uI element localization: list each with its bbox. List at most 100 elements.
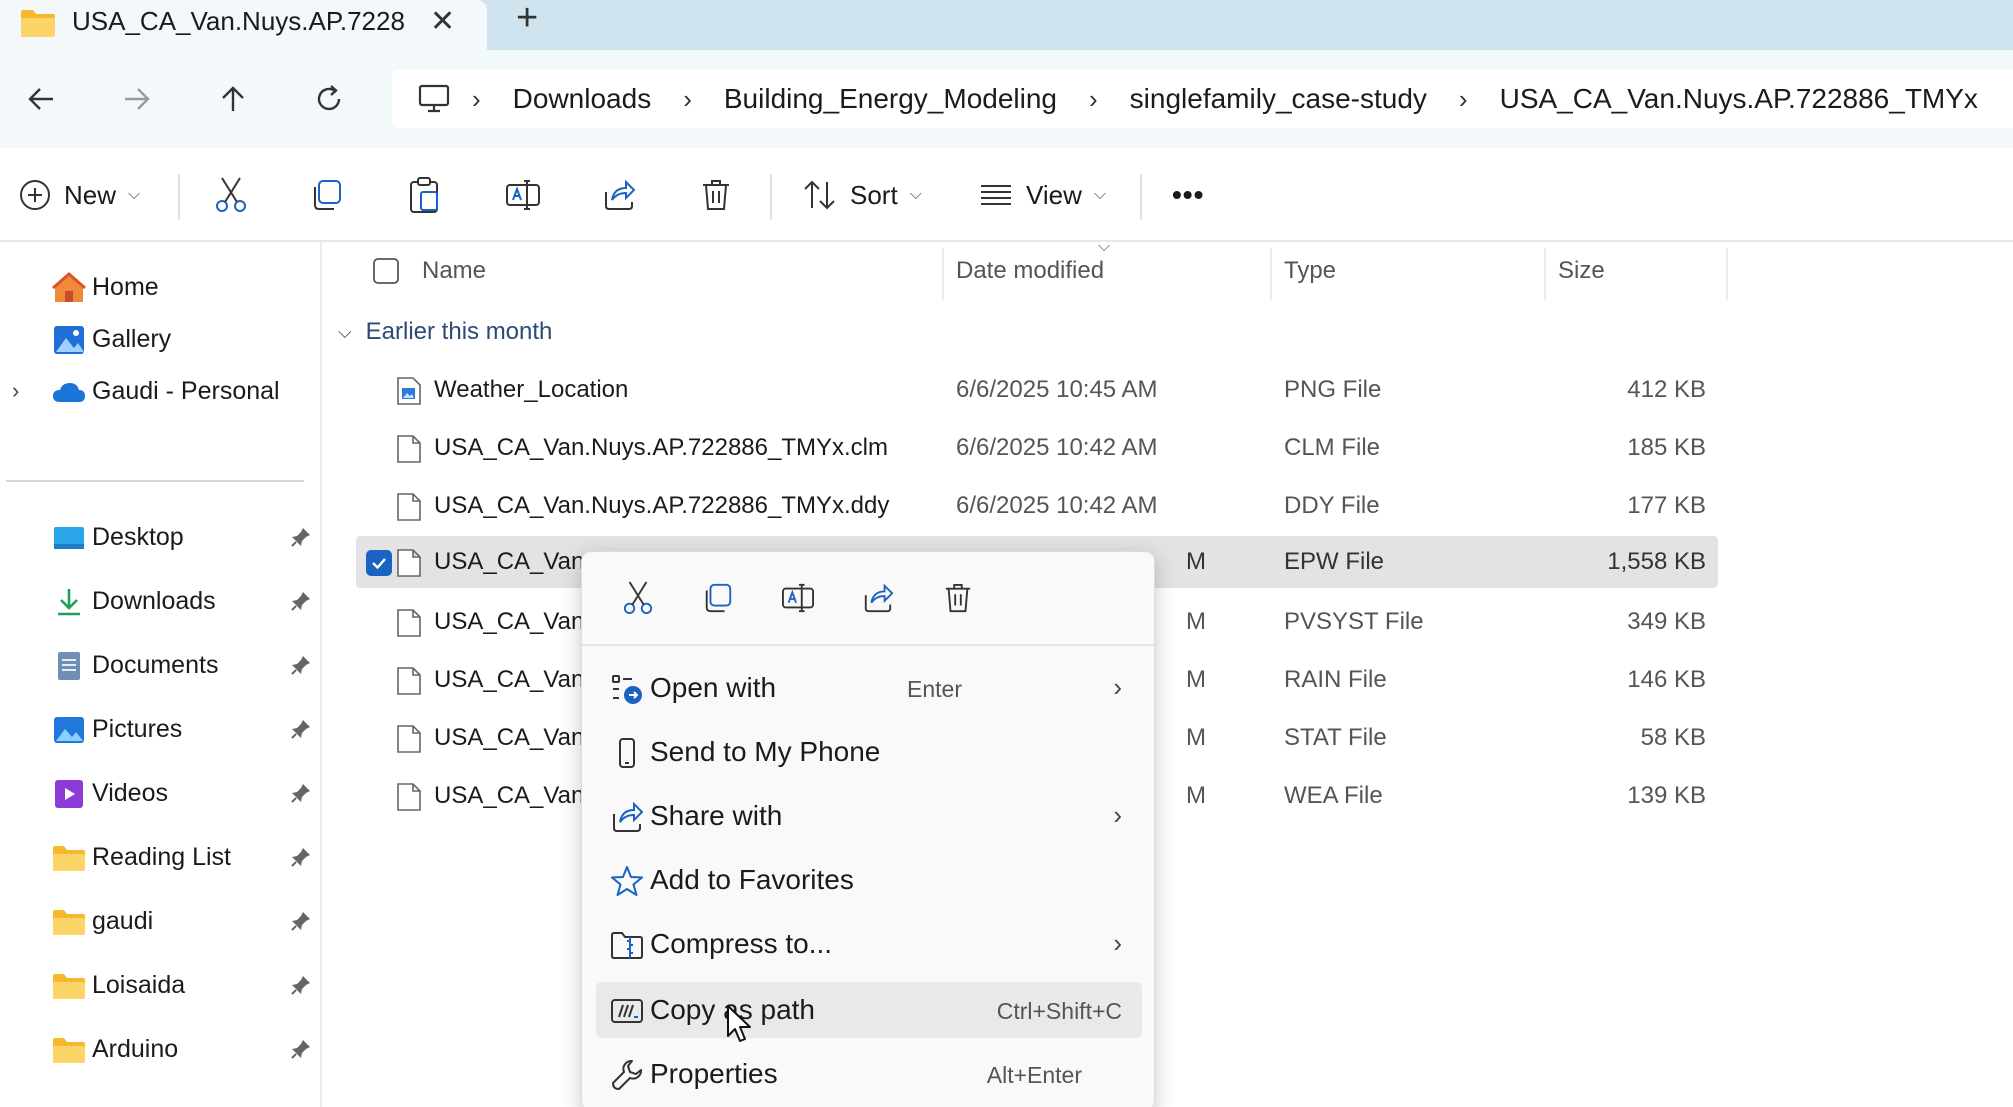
chevron-right-icon[interactable]: › xyxy=(12,378,19,404)
pin-icon[interactable] xyxy=(290,782,312,804)
file-row[interactable]: USA_CA_Van.Nuys.AP.722886_TMYx.clm 6/6/2… xyxy=(356,422,2013,474)
column-header-size[interactable]: Size xyxy=(1558,242,1605,300)
cloud-icon xyxy=(53,383,85,402)
new-button[interactable]: New ⌵ xyxy=(18,168,140,222)
copy-button[interactable] xyxy=(310,168,344,222)
context-delete-button[interactable] xyxy=(936,576,980,620)
sidebar-item-label: Gaudi - Personal xyxy=(92,376,280,405)
menu-item-compress-to[interactable]: Compress to... › xyxy=(596,916,1142,972)
refresh-button[interactable] xyxy=(302,72,356,126)
chevron-right-icon[interactable]: › xyxy=(669,84,706,115)
column-header-date[interactable]: Date modified xyxy=(956,242,1104,300)
sidebar-item-reading-list[interactable]: Reading List xyxy=(0,832,320,882)
sidebar-item-home[interactable]: Home xyxy=(0,262,320,312)
file-size: 58 KB xyxy=(1640,724,1706,751)
column-divider[interactable] xyxy=(1726,248,1728,300)
folder-icon xyxy=(53,910,85,935)
context-cut-button[interactable] xyxy=(616,576,660,620)
column-divider[interactable] xyxy=(942,248,944,300)
breadcrumb-current-folder[interactable]: USA_CA_Van.Nuys.AP.722886_TMYx xyxy=(1482,83,1996,115)
this-pc-icon[interactable] xyxy=(392,84,458,114)
menu-item-share-with[interactable]: Share with › xyxy=(596,788,1142,844)
tab-current-folder[interactable]: USA_CA_Van.Nuys.AP.722886_TMYx ✕ xyxy=(0,0,487,50)
menu-item-open-with[interactable]: Open with Enter › xyxy=(596,660,1142,716)
forward-button[interactable] xyxy=(110,72,164,126)
select-all-checkbox[interactable] xyxy=(372,242,400,300)
delete-button[interactable] xyxy=(700,168,732,222)
cut-button[interactable] xyxy=(214,168,248,222)
chevron-right-icon[interactable]: › xyxy=(458,84,495,115)
divider xyxy=(6,480,304,482)
pin-icon[interactable] xyxy=(290,590,312,612)
file-date: M xyxy=(1186,548,1206,575)
column-divider[interactable] xyxy=(1544,248,1546,300)
paste-button[interactable] xyxy=(408,168,442,222)
file-type: DDY File xyxy=(1284,492,1380,519)
sort-button[interactable]: Sort ⌵ xyxy=(802,168,922,222)
up-button[interactable] xyxy=(206,72,260,126)
breadcrumb-building-energy-modeling[interactable]: Building_Energy_Modeling xyxy=(706,83,1075,115)
menu-item-label: Send to My Phone xyxy=(650,736,881,767)
sidebar-item-gaudi[interactable]: gaudi xyxy=(0,896,320,946)
tab-title: USA_CA_Van.Nuys.AP.722886_TMYx xyxy=(72,6,404,36)
more-options-button[interactable]: ••• xyxy=(1172,168,1204,222)
context-copy-button[interactable] xyxy=(696,576,740,620)
share-icon xyxy=(605,179,636,210)
menu-item-copy-as-path[interactable]: Copy as path Ctrl+Shift+C xyxy=(596,982,1142,1038)
sidebar-item-loisaida[interactable]: Loisaida xyxy=(0,960,320,1010)
divider xyxy=(770,174,772,220)
pin-icon[interactable] xyxy=(290,910,312,932)
column-divider[interactable] xyxy=(1270,248,1272,300)
column-header-name[interactable]: Name xyxy=(422,242,486,300)
checkbox-checked-icon[interactable] xyxy=(366,550,392,576)
chevron-down-icon: ⌵ xyxy=(128,186,141,203)
file-row[interactable]: Weather_Location 6/6/2025 10:45 AM PNG F… xyxy=(356,364,2013,416)
share-button[interactable] xyxy=(602,168,636,222)
view-button[interactable]: View ⌵ xyxy=(978,168,1106,222)
file-type: EPW File xyxy=(1284,548,1385,575)
menu-item-properties[interactable]: Properties Alt+Enter xyxy=(596,1046,1142,1102)
column-header-type[interactable]: Type xyxy=(1284,242,1336,300)
file-date: 6/6/2025 10:42 AM xyxy=(956,492,1158,519)
pin-icon[interactable] xyxy=(290,526,312,548)
file-type: WEA File xyxy=(1284,782,1383,809)
menu-item-send-to-phone[interactable]: Send to My Phone xyxy=(596,724,1142,780)
chevron-right-icon[interactable]: › xyxy=(1075,84,1112,115)
file-row[interactable]: USA_CA_Van.Nuys.AP.722886_TMYx.ddy 6/6/2… xyxy=(356,480,2013,532)
sidebar-item-gallery[interactable]: Gallery xyxy=(0,314,320,364)
pin-icon[interactable] xyxy=(290,1038,312,1060)
new-tab-button[interactable]: + xyxy=(516,0,538,37)
sidebar-item-desktop[interactable]: Desktop xyxy=(0,512,320,562)
zip-folder-icon xyxy=(611,932,643,959)
sidebar-item-arduino[interactable]: Arduino xyxy=(0,1024,320,1074)
pin-icon[interactable] xyxy=(290,974,312,996)
chevron-right-icon[interactable]: › xyxy=(1445,84,1482,115)
context-rename-button[interactable] xyxy=(776,576,820,620)
sidebar-item-label: Reading List xyxy=(92,842,231,871)
file-size: 177 KB xyxy=(1627,492,1706,519)
context-share-button[interactable] xyxy=(856,576,900,620)
context-quick-actions xyxy=(582,552,1154,646)
close-icon[interactable]: ✕ xyxy=(430,4,455,39)
sidebar-item-documents[interactable]: Documents xyxy=(0,640,320,690)
back-button[interactable] xyxy=(14,72,68,126)
breadcrumb-singlefamily-case-study[interactable]: singlefamily_case-study xyxy=(1112,83,1445,115)
menu-item-add-to-favorites[interactable]: Add to Favorites xyxy=(596,852,1142,908)
image-file-icon xyxy=(397,377,421,405)
address-bar[interactable]: › Downloads › Building_Energy_Modeling ›… xyxy=(392,70,2013,128)
pin-icon[interactable] xyxy=(290,718,312,740)
sidebar-item-videos[interactable]: Videos xyxy=(0,768,320,818)
sidebar-item-downloads[interactable]: Downloads xyxy=(0,576,320,626)
group-header[interactable]: ⌵ Earlier this month xyxy=(338,318,552,346)
breadcrumb-downloads[interactable]: Downloads xyxy=(495,83,670,115)
sidebar-item-onedrive[interactable]: › Gaudi - Personal xyxy=(0,366,320,416)
wrench-icon xyxy=(612,1060,642,1090)
navigation-bar: › Downloads › Building_Energy_Modeling ›… xyxy=(0,50,2013,148)
file-date: M xyxy=(1186,608,1206,635)
pin-icon[interactable] xyxy=(290,846,312,868)
sidebar-item-pictures[interactable]: Pictures xyxy=(0,704,320,754)
file-icon xyxy=(397,549,421,577)
rename-button[interactable] xyxy=(505,168,541,222)
menu-item-label: Add to Favorites xyxy=(650,864,854,895)
pin-icon[interactable] xyxy=(290,654,312,676)
